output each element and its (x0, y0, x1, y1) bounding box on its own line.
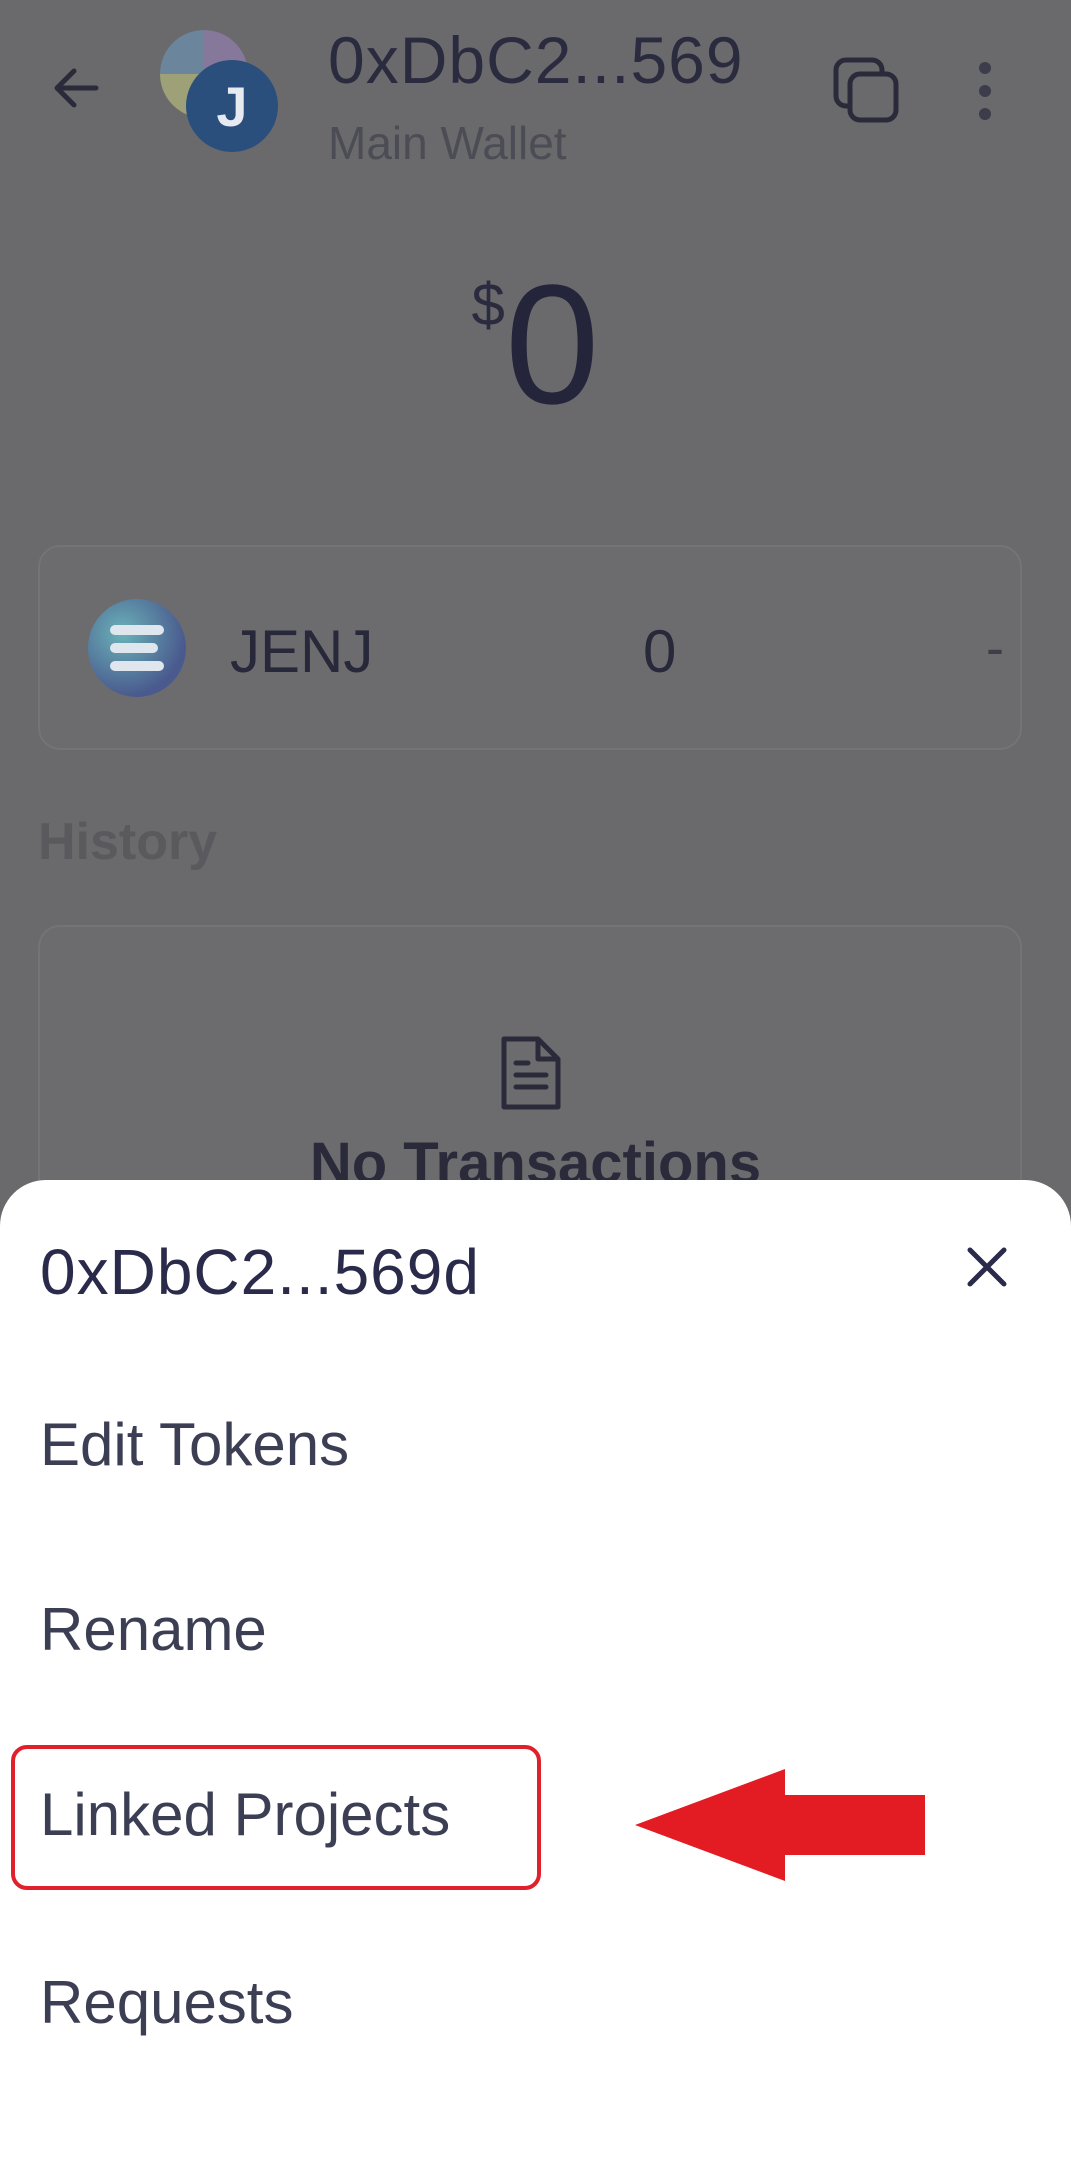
history-title: History (38, 813, 218, 871)
token-fiat-value: - (986, 618, 1004, 678)
back-arrow-icon[interactable] (46, 58, 106, 118)
wallet-avatar: J (160, 30, 280, 152)
highlight-box (11, 1745, 541, 1890)
wallet-address: 0xDbC2...569 (328, 23, 744, 97)
menu-item-requests[interactable]: Requests (40, 1968, 293, 2037)
token-symbol: JENJ (230, 618, 374, 685)
token-balance: 0 (643, 618, 677, 685)
sheet-title: 0xDbC2...569d (40, 1236, 480, 1308)
wallet-options-sheet: 0xDbC2...569d Edit Tokens Rename Linked … (0, 1180, 1071, 2163)
more-vertical-icon[interactable] (970, 56, 1000, 126)
balance-amount: 0 (504, 250, 600, 440)
menu-item-rename[interactable]: Rename (40, 1595, 267, 1664)
wallet-name: Main Wallet (328, 117, 567, 169)
jenj-token-icon (88, 599, 186, 697)
pointer-arrow-icon (635, 1765, 927, 1885)
menu-item-edit-tokens[interactable]: Edit Tokens (40, 1410, 349, 1479)
token-row-jenj[interactable]: JENJ 0 - (38, 545, 1022, 750)
balance-display: $0 (0, 260, 1071, 430)
document-icon (496, 1035, 566, 1111)
close-icon[interactable] (962, 1242, 1012, 1292)
wallet-screen: J 0xDbC2...569 Main Wallet $0 JENJ 0 - H… (0, 0, 1071, 2163)
copy-icon[interactable] (832, 56, 902, 126)
currency-symbol: $ (471, 271, 505, 338)
avatar-letter: J (186, 60, 278, 152)
